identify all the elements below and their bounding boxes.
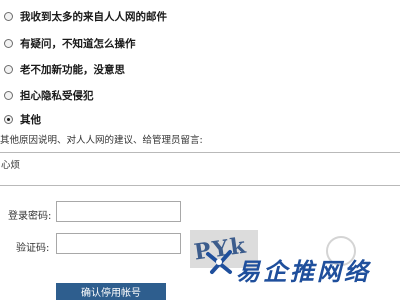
opt-1[interactable]: 我收到太多的来自人人网的邮件 <box>4 8 167 24</box>
confirm-deactivate-button[interactable]: 确认停用帐号 <box>56 283 166 300</box>
radio-option-4[interactable] <box>4 90 13 100</box>
option-5-label: 其他 <box>20 113 41 126</box>
option-1-label: 我收到太多的来自人人网的邮件 <box>20 10 167 23</box>
opt-4[interactable]: 担心隐私受侵犯 <box>4 87 94 103</box>
radio-option-2[interactable] <box>4 38 13 48</box>
option-4-label: 担心隐私受侵犯 <box>20 89 94 102</box>
option-2-label: 有疑问，不知道怎么操作 <box>20 37 136 50</box>
captcha-input[interactable] <box>56 233 181 254</box>
password-label: 登录密码: <box>8 211 52 222</box>
opt-2[interactable]: 有疑问，不知道怎么操作 <box>4 35 136 51</box>
opt-3[interactable]: 老不加新功能，没意思 <box>4 61 125 77</box>
opt-5[interactable]: 其他 <box>4 111 41 127</box>
reason-textarea[interactable]: 心烦 <box>0 152 400 186</box>
reason-text-value: 心烦 <box>1 160 21 171</box>
captcha-label: 验证码: <box>16 243 50 254</box>
reason-label: 其他原因说明、对人人网的建议、给管理员留言: <box>0 135 203 146</box>
radio-option-5[interactable] <box>4 114 13 124</box>
option-3-label: 老不加新功能，没意思 <box>20 63 125 76</box>
watermark-logo-icon <box>206 250 232 274</box>
password-input[interactable] <box>56 201 181 222</box>
radio-option-1[interactable] <box>4 11 13 21</box>
radio-option-3[interactable] <box>4 64 13 74</box>
watermark-text: 易企推网络 <box>236 258 371 286</box>
